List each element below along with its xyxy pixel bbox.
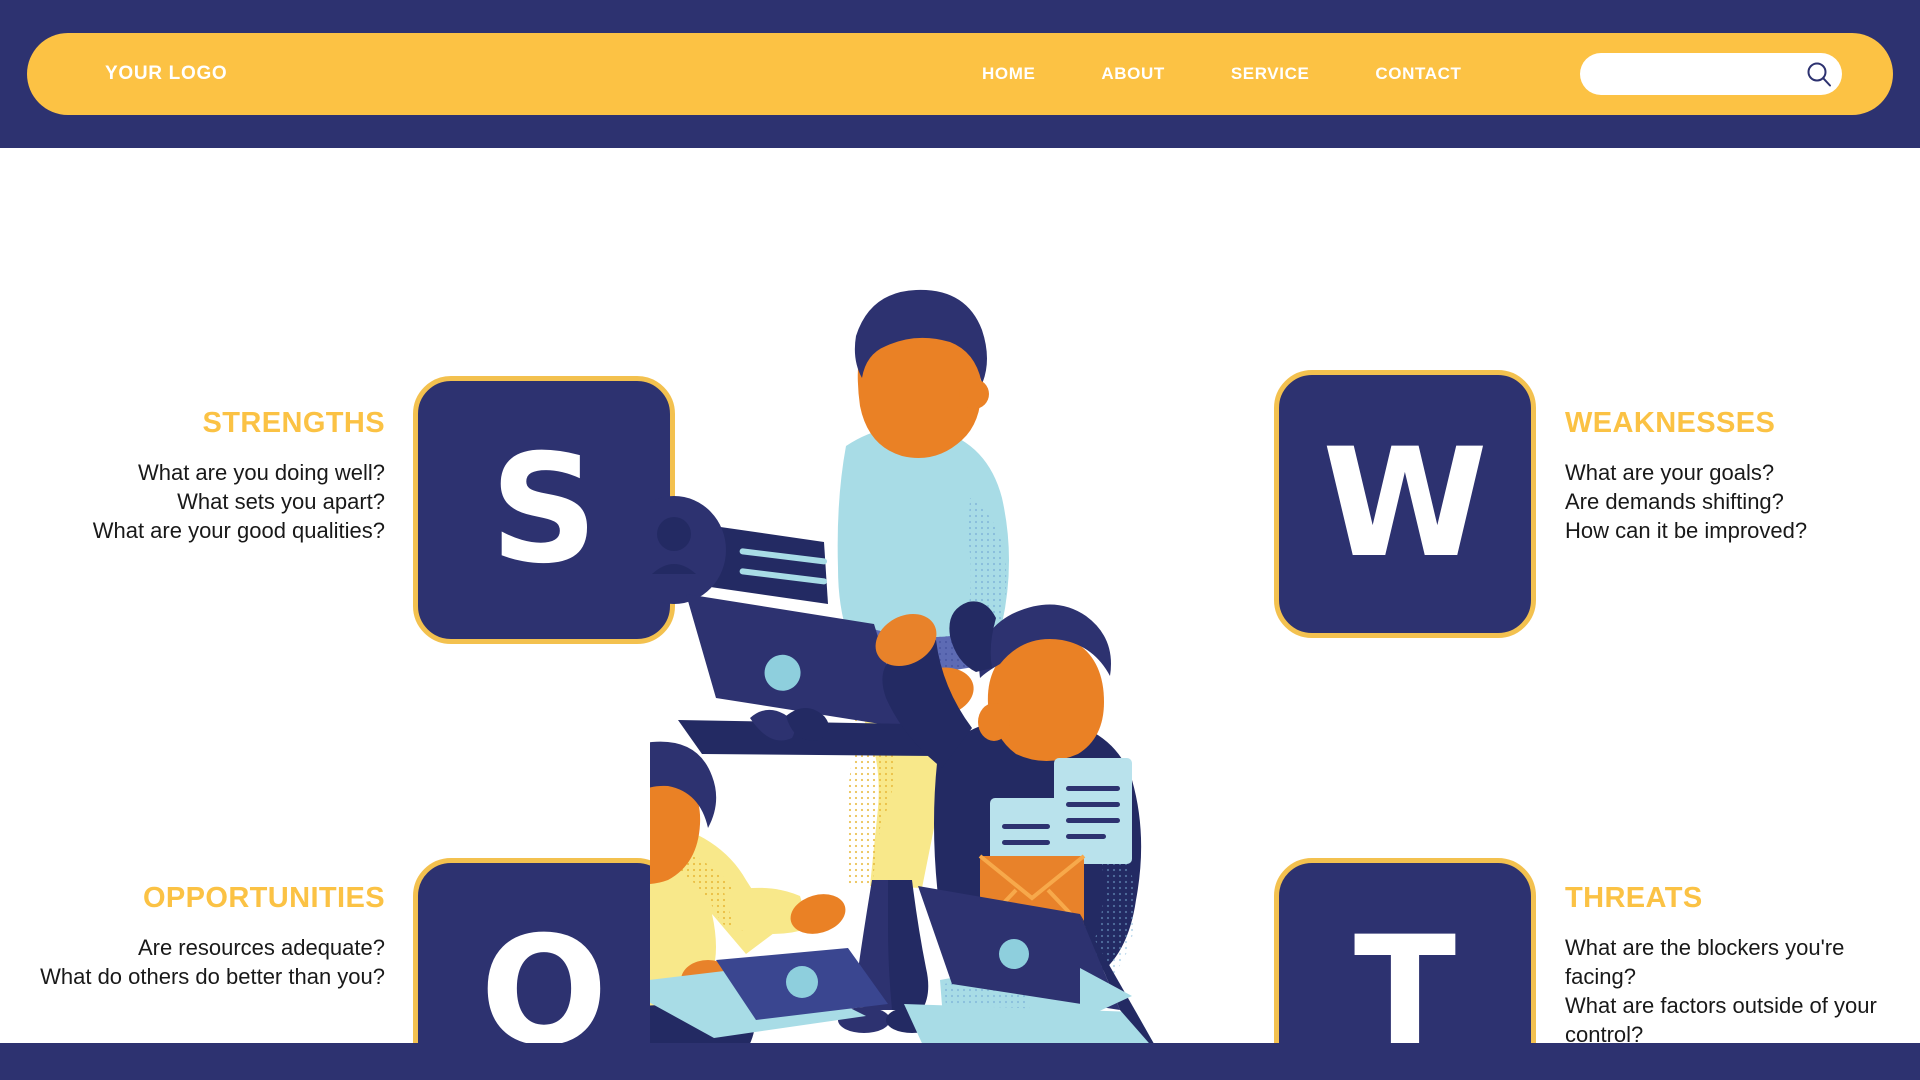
search-input[interactable]: [1580, 53, 1802, 95]
nav-item-service[interactable]: SERVICE: [1231, 64, 1310, 84]
nav-links: HOME ABOUT SERVICE CONTACT: [982, 64, 1461, 84]
main-content: STRENGTHS What are you doing well? What …: [0, 148, 1920, 1080]
strengths-body: What are you doing well? What sets you a…: [92, 459, 385, 543]
opportunities-title: OPPORTUNITIES: [142, 882, 385, 914]
footer-band: [0, 1043, 1920, 1080]
letter-s: S: [489, 423, 599, 597]
quadrant-opportunities: OPPORTUNITIES Are resources adequate? Wh…: [20, 882, 385, 991]
quadrant-threats: THREATS What are the blockers you're fac…: [1565, 882, 1910, 1049]
header-band: YOUR LOGO HOME ABOUT SERVICE CONTACT: [0, 0, 1920, 148]
weaknesses-body: What are your goals? Are demands shiftin…: [1565, 459, 1808, 543]
search-icon[interactable]: [1802, 53, 1842, 95]
swot-infographic-page: YOUR LOGO HOME ABOUT SERVICE CONTACT STR…: [0, 0, 1920, 1080]
quadrant-strengths: STRENGTHS What are you doing well? What …: [40, 407, 385, 545]
logo[interactable]: YOUR LOGO: [105, 63, 227, 85]
letter-card-strengths[interactable]: S: [413, 376, 675, 644]
threats-body: What are the blockers you're facing? Wha…: [1565, 934, 1877, 1047]
letter-card-weaknesses[interactable]: W: [1274, 370, 1536, 638]
quadrant-weaknesses: WEAKNESSES What are your goals? Are dema…: [1565, 407, 1905, 545]
nav-item-about[interactable]: ABOUT: [1101, 64, 1164, 84]
strengths-title: STRENGTHS: [202, 407, 385, 439]
search-box[interactable]: [1580, 53, 1842, 95]
navbar: YOUR LOGO HOME ABOUT SERVICE CONTACT: [27, 33, 1893, 115]
letter-w: W: [1322, 417, 1488, 591]
nav-item-contact[interactable]: CONTACT: [1375, 64, 1461, 84]
nav-item-home[interactable]: HOME: [982, 64, 1035, 84]
opportunities-body: Are resources adequate? What do others d…: [40, 934, 385, 989]
weaknesses-title: WEAKNESSES: [1565, 407, 1776, 439]
three-people-with-laptops-illustration: [524, 268, 1270, 1080]
threats-title: THREATS: [1565, 882, 1703, 914]
